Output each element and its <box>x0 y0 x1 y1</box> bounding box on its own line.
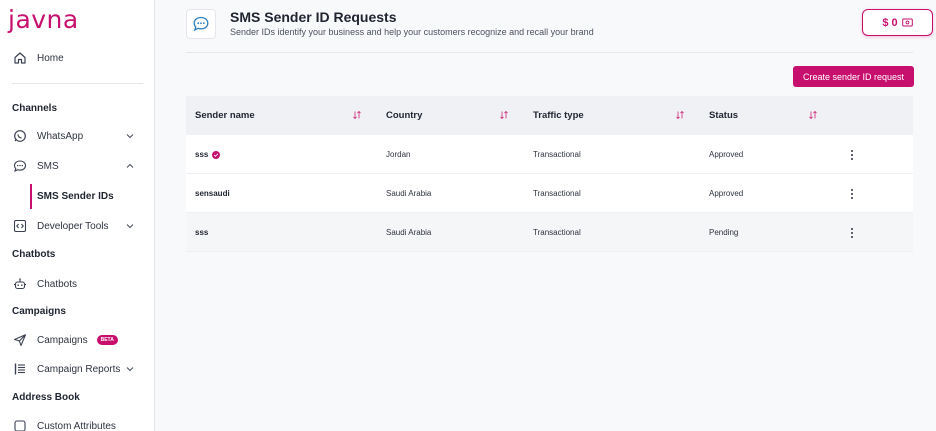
bot-icon <box>12 276 28 292</box>
send-icon <box>12 332 28 348</box>
chevron-down-icon[interactable] <box>124 363 136 375</box>
traffic-type-cell: Transactional <box>533 189 581 198</box>
country-cell: Jordan <box>386 150 411 159</box>
sort-icon[interactable] <box>675 110 685 120</box>
chat-bubble-icon <box>12 158 28 174</box>
whatsapp-icon <box>12 128 28 144</box>
country-cell: Saudi Arabia <box>386 189 432 198</box>
sidebar-item-whatsapp[interactable]: WhatsApp <box>12 125 140 147</box>
sender-name-cell: sss <box>195 135 221 174</box>
column-header-traffic-type[interactable]: Traffic type <box>533 96 584 135</box>
section-title-channels: Channels <box>12 103 58 114</box>
sidebar-item-custom-attributes[interactable]: Custom Attributes <box>12 415 140 431</box>
sender-id-table: Sender name Country Traffic type Status … <box>186 96 913 252</box>
create-sender-id-request-button[interactable]: Create sender ID request <box>793 66 914 87</box>
sort-icon[interactable] <box>499 110 509 120</box>
section-title-campaigns: Campaigns <box>12 306 66 317</box>
sidebar-item-label: WhatsApp <box>37 130 84 142</box>
sort-icon[interactable] <box>352 110 362 120</box>
sidebar-divider <box>12 83 143 84</box>
attributes-icon <box>12 418 28 431</box>
code-icon <box>12 218 28 234</box>
sidebar-item-campaigns[interactable]: Campaigns BETA <box>12 329 140 351</box>
sidebar-item-label: SMS <box>37 160 59 172</box>
javna-logo[interactable]: javna <box>8 5 79 34</box>
section-title-chatbots: Chatbots <box>12 249 56 260</box>
table-header: Sender name Country Traffic type Status <box>186 96 913 135</box>
table-row: sss Saudi Arabia Transactional Pending <box>186 213 913 252</box>
column-header-country[interactable]: Country <box>386 96 422 135</box>
sidebar-item-label: Custom Attributes <box>37 420 116 431</box>
sort-icon[interactable] <box>808 110 818 120</box>
chevron-down-icon[interactable] <box>124 130 136 142</box>
sidebar-item-campaign-reports[interactable]: Campaign Reports <box>12 358 140 380</box>
sidebar: javna Home Channels WhatsApp SMS SMS Sen… <box>0 0 155 431</box>
chevron-up-icon[interactable] <box>124 160 136 172</box>
report-icon <box>12 361 28 377</box>
country-cell: Saudi Arabia <box>386 228 432 237</box>
page-subtitle: Sender IDs identify your business and he… <box>230 27 594 37</box>
traffic-type-cell: Transactional <box>533 228 581 237</box>
wallet-icon <box>901 18 913 27</box>
sidebar-item-chatbots[interactable]: Chatbots <box>12 273 140 295</box>
balance-button[interactable]: $ 0 <box>862 9 933 36</box>
verified-check-icon <box>212 150 221 159</box>
sidebar-item-label: Chatbots <box>37 278 78 290</box>
sidebar-item-sms[interactable]: SMS <box>12 155 140 177</box>
sidebar-item-label: Campaigns <box>37 334 88 346</box>
column-header-sender-name[interactable]: Sender name <box>195 96 255 135</box>
chevron-down-icon[interactable] <box>124 220 136 232</box>
sidebar-item-label: Home <box>37 52 64 64</box>
row-actions-menu-icon[interactable] <box>847 188 857 200</box>
row-actions-menu-icon[interactable] <box>847 227 857 239</box>
table-row: sss Jordan Transactional Approved <box>186 135 913 174</box>
sms-header-icon <box>186 9 216 39</box>
header-divider <box>186 52 913 53</box>
status-cell: Approved <box>709 189 744 198</box>
chat-bubble-icon <box>193 16 209 32</box>
sidebar-item-home[interactable]: Home <box>12 47 140 69</box>
sender-name-cell: sensaudi <box>195 189 230 198</box>
sidebar-item-label: Developer Tools <box>37 220 109 232</box>
sidebar-item-sms-sender-ids[interactable]: SMS Sender IDs <box>30 184 114 209</box>
traffic-type-cell: Transactional <box>533 150 581 159</box>
page-title: SMS Sender ID Requests <box>230 9 397 25</box>
status-cell: Approved <box>709 150 744 159</box>
sidebar-item-developer-tools[interactable]: Developer Tools <box>12 215 140 237</box>
sender-name: sss <box>195 150 209 159</box>
table-row: sensaudi Saudi Arabia Transactional Appr… <box>186 174 913 213</box>
status-cell: Pending <box>709 228 739 237</box>
balance-amount: $ 0 <box>882 16 898 29</box>
row-actions-menu-icon[interactable] <box>847 149 857 161</box>
column-header-status[interactable]: Status <box>709 96 738 135</box>
section-title-address-book: Address Book <box>12 392 80 403</box>
home-icon <box>12 50 28 66</box>
beta-badge: BETA <box>96 335 118 345</box>
sender-name-cell: sss <box>195 228 209 237</box>
sidebar-item-label: Campaign Reports <box>37 363 121 375</box>
